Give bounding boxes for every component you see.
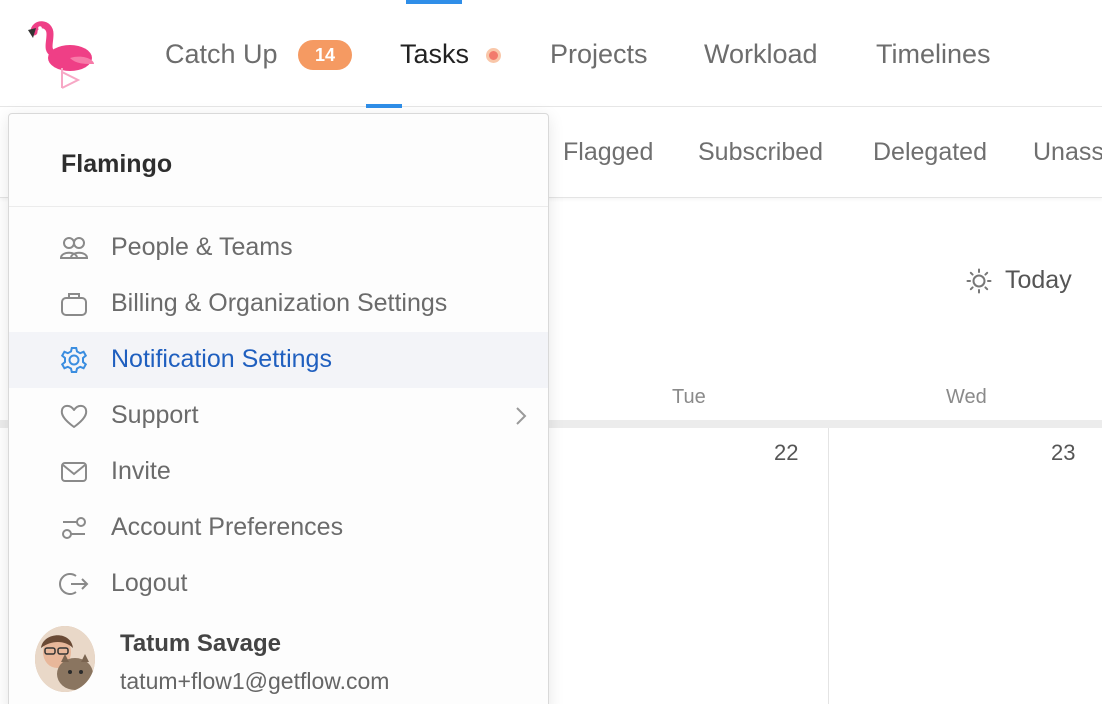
current-user-profile[interactable]: Tatum Savage tatum+flow1@getflow.com	[9, 616, 548, 704]
workspace-dropdown-menu: Flamingo People & Teams Billing & Organi…	[8, 113, 549, 704]
day-number-22[interactable]: 22	[774, 440, 798, 466]
menu-item-notification-settings[interactable]: Notification Settings	[9, 332, 548, 388]
menu-item-invite[interactable]: Invite	[9, 444, 548, 500]
menu-item-label: Notification Settings	[111, 345, 332, 373]
menu-item-people-teams[interactable]: People & Teams	[9, 220, 548, 276]
tasks-notification-dot	[486, 48, 501, 63]
active-tab-indicator-top	[406, 0, 462, 4]
sun-icon	[966, 268, 992, 294]
menu-item-logout[interactable]: Logout	[9, 556, 548, 612]
nav-tab-timelines[interactable]: Timelines	[876, 36, 991, 72]
filter-tab-unassigned[interactable]: Unass	[1033, 138, 1102, 167]
menu-item-billing-organization[interactable]: Billing & Organization Settings	[9, 276, 548, 332]
workspace-name: Flamingo	[61, 150, 173, 178]
catch-up-count-badge: 14	[298, 40, 352, 70]
day-header-wed: Wed	[946, 386, 987, 408]
menu-divider	[9, 206, 548, 207]
flamingo-logo[interactable]	[24, 20, 98, 90]
sliders-icon	[62, 517, 86, 539]
menu-item-label: Invite	[111, 457, 171, 485]
heart-icon	[60, 404, 88, 428]
day-header-tue: Tue	[672, 386, 706, 408]
logout-icon	[59, 573, 89, 595]
top-navigation-bar: Catch Up 14 Tasks Projects Workload Time…	[0, 0, 1102, 107]
nav-tab-tasks[interactable]: Tasks	[400, 36, 469, 72]
people-icon	[59, 237, 89, 259]
filter-tab-flagged[interactable]: Flagged	[563, 138, 653, 167]
menu-item-label: People & Teams	[111, 233, 293, 261]
menu-item-label: Billing & Organization Settings	[111, 289, 448, 317]
today-label: Today	[1005, 266, 1072, 294]
envelope-icon	[61, 462, 87, 482]
chevron-right-icon	[516, 407, 527, 425]
menu-item-label: Support	[111, 401, 199, 429]
menu-item-support[interactable]: Support	[9, 388, 548, 444]
nav-tab-projects[interactable]: Projects	[550, 36, 648, 72]
gear-icon	[60, 347, 88, 373]
menu-item-account-preferences[interactable]: Account Preferences	[9, 500, 548, 556]
menu-item-label: Account Preferences	[111, 513, 344, 541]
briefcase-icon	[61, 293, 87, 316]
nav-tab-workload[interactable]: Workload	[704, 36, 818, 72]
user-email: tatum+flow1@getflow.com	[120, 668, 390, 694]
calendar-column-divider	[828, 428, 829, 704]
avatar	[35, 626, 95, 692]
nav-tab-catch-up[interactable]: Catch Up	[165, 36, 278, 72]
filter-tab-delegated[interactable]: Delegated	[873, 138, 987, 167]
menu-item-label: Logout	[111, 569, 188, 597]
user-name: Tatum Savage	[120, 630, 281, 657]
day-number-23[interactable]: 23	[1051, 440, 1075, 466]
filter-tab-subscribed[interactable]: Subscribed	[698, 138, 823, 167]
